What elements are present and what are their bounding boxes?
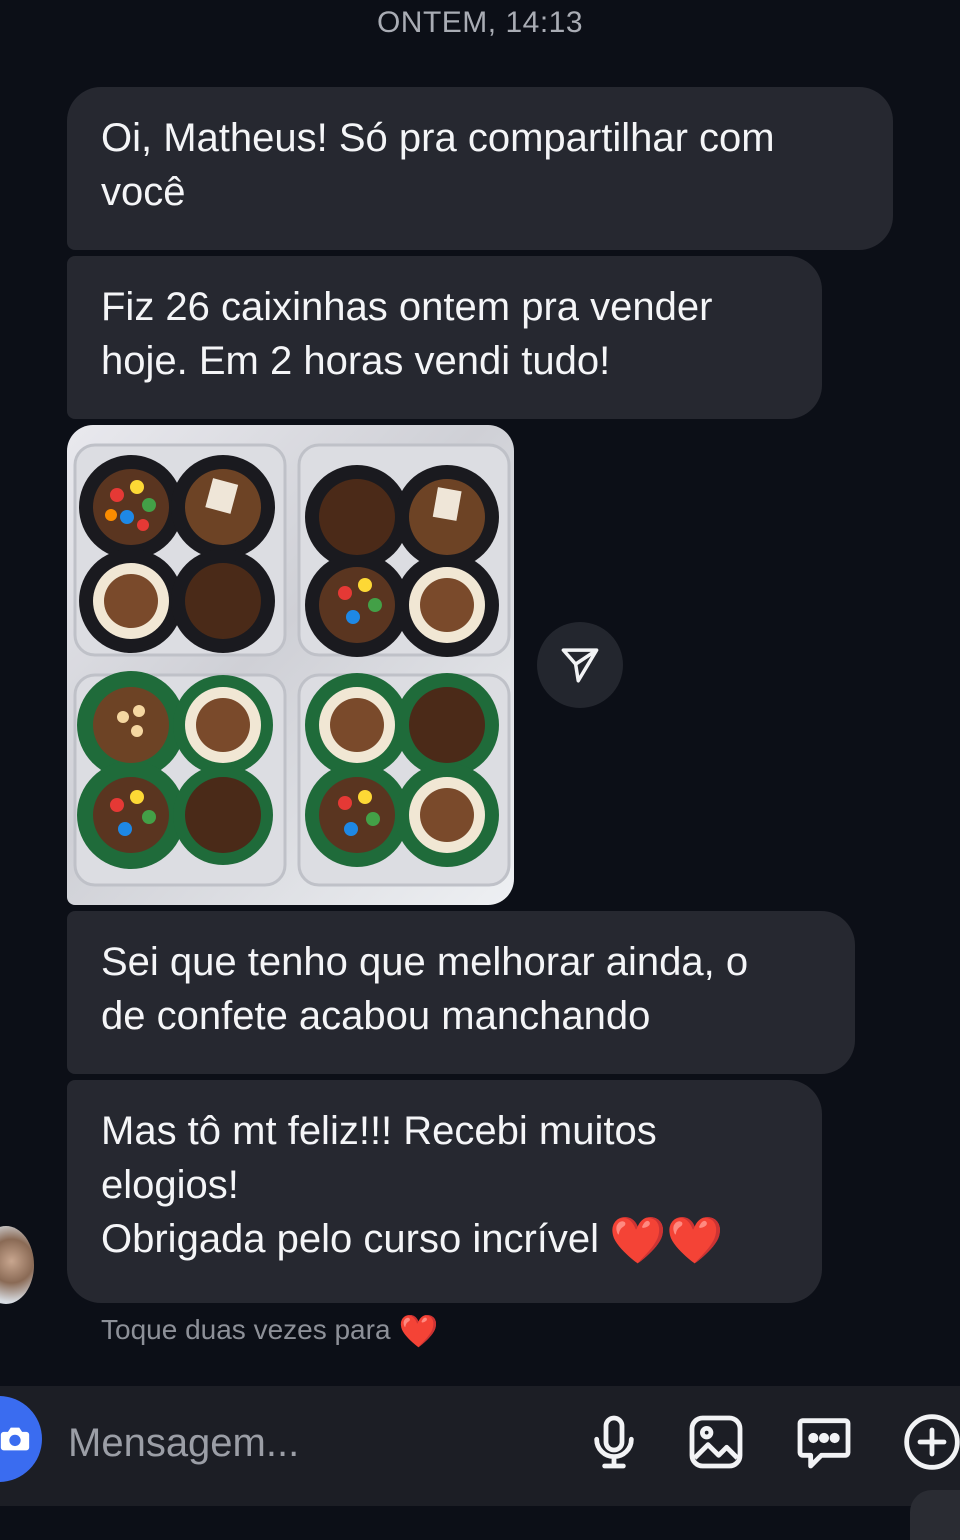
message-input[interactable] (66, 1412, 490, 1474)
sticker-icon[interactable] (792, 1410, 856, 1474)
double-tap-hint: Toque duas vezes para ❤️ (101, 1312, 438, 1350)
heart-icon: ❤️ (398, 1313, 439, 1349)
system-corner (910, 1490, 960, 1540)
plus-icon[interactable] (900, 1410, 960, 1474)
camera-button[interactable] (0, 1396, 42, 1482)
message-bubble[interactable]: Sei que tenho que melhorar ainda, o de c… (67, 911, 855, 1074)
message-bubble[interactable]: Mas tô mt feliz!!! Recebi muitos elogios… (67, 1080, 822, 1303)
heart-emoji: ❤️❤️ (609, 1214, 724, 1266)
microphone-icon[interactable] (582, 1410, 646, 1474)
avatar[interactable] (0, 1226, 34, 1304)
brigadeiro-boxes-image (73, 443, 511, 887)
message-photo[interactable] (67, 425, 514, 905)
message-composer (0, 1386, 960, 1506)
timestamp: ONTEM, 14:13 (376, 6, 584, 39)
share-button[interactable] (537, 622, 623, 708)
gallery-icon[interactable] (684, 1410, 748, 1474)
share-icon (561, 648, 599, 683)
hint-text: Toque duas vezes para (101, 1314, 391, 1345)
message-text: Mas tô mt feliz!!! Recebi muitos elogios… (101, 1109, 657, 1261)
message-bubble[interactable]: Oi, Matheus! Só pra compartilhar com voc… (67, 87, 893, 250)
message-bubble[interactable]: Fiz 26 caixinhas ontem pra vender hoje. … (67, 256, 822, 419)
camera-icon (0, 1427, 30, 1451)
